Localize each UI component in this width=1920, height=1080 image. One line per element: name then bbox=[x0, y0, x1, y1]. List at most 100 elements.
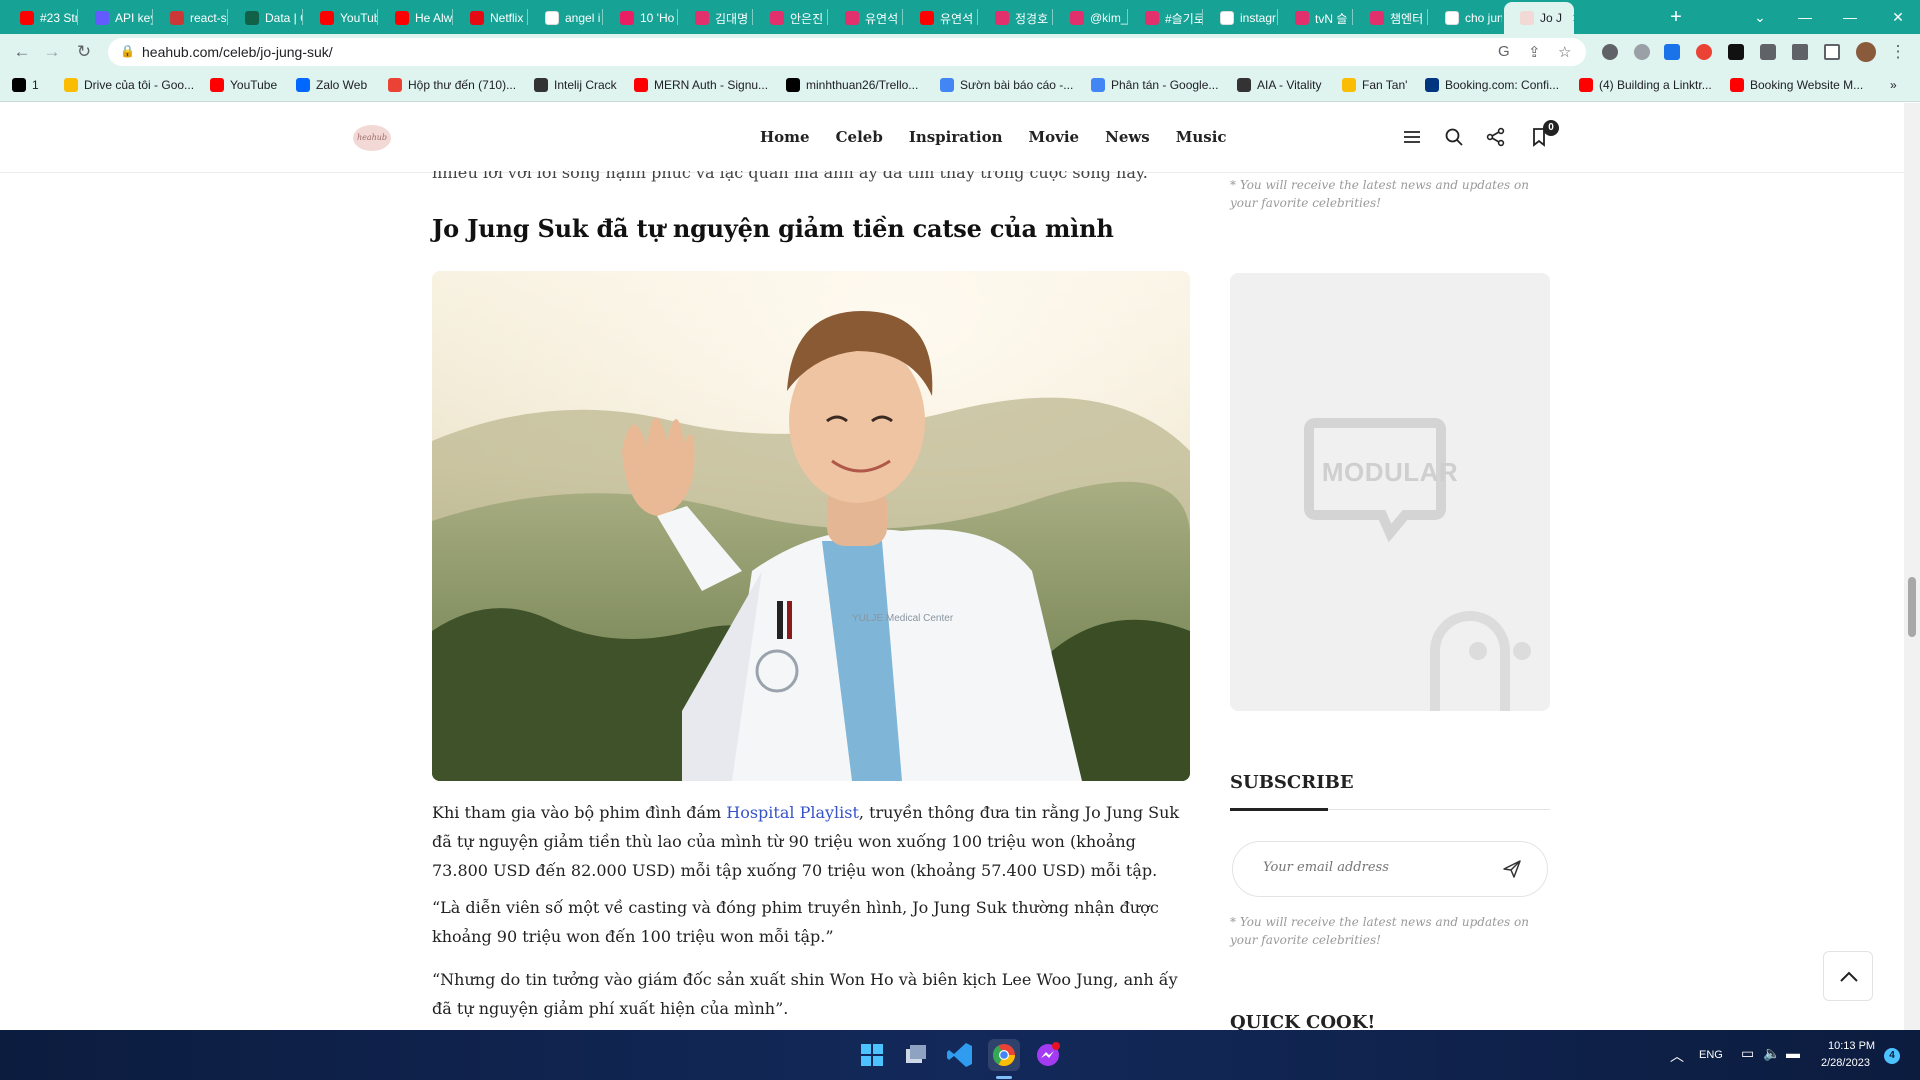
browser-tab[interactable]: instagr bbox=[1204, 2, 1277, 34]
messenger-icon[interactable] bbox=[1032, 1039, 1064, 1071]
battery-icon[interactable]: ▬ bbox=[1786, 1045, 1800, 1061]
browser-tab[interactable]: API key bbox=[79, 2, 152, 34]
back-to-top-button[interactable] bbox=[1823, 951, 1873, 1001]
browser-tab[interactable]: #슬기로 bbox=[1129, 2, 1202, 34]
browser-tab[interactable]: YouTub bbox=[304, 2, 377, 34]
scrollbar[interactable] bbox=[1904, 103, 1920, 1030]
tab-separator bbox=[677, 9, 678, 25]
nav-home[interactable]: Home bbox=[760, 128, 810, 146]
nav-inspiration[interactable]: Inspiration bbox=[909, 128, 1003, 146]
tab-title: 정경호 bbox=[1015, 11, 1049, 26]
google-icon bbox=[545, 11, 559, 25]
browser-tab[interactable]: Netflix bbox=[454, 2, 527, 34]
bookmark-item[interactable]: Booking.com: Confi... bbox=[1425, 78, 1559, 92]
browser-tab[interactable]: 유연석 bbox=[829, 2, 902, 34]
bookmark-label: (4) Building a Linktr... bbox=[1599, 78, 1712, 92]
browser-tab[interactable]: Jo J ✕ bbox=[1504, 2, 1574, 34]
hospital-playlist-link[interactable]: Hospital Playlist bbox=[726, 803, 859, 822]
bookmarks-overflow-button[interactable]: » bbox=[1890, 78, 1897, 92]
browser-tab[interactable]: 챔엔터 bbox=[1354, 2, 1427, 34]
scrollbar-thumb[interactable] bbox=[1908, 577, 1916, 637]
browser-tab[interactable]: @kim_ bbox=[1054, 2, 1127, 34]
bookmark-count-badge: 0 bbox=[1543, 120, 1559, 136]
puzzle-icon[interactable] bbox=[1760, 44, 1776, 60]
extension-icon[interactable] bbox=[1634, 44, 1650, 60]
nav-music[interactable]: Music bbox=[1176, 128, 1227, 146]
bookmark-item[interactable]: Booking Website M... bbox=[1730, 78, 1863, 92]
forward-button[interactable]: → bbox=[40, 40, 64, 64]
new-tab-button[interactable]: + bbox=[1664, 6, 1688, 30]
volume-icon[interactable]: 🔈 bbox=[1763, 1045, 1780, 1062]
nav-news[interactable]: News bbox=[1105, 128, 1150, 146]
bookmark-item[interactable]: Sườn bài báo cáo -... bbox=[940, 78, 1073, 92]
bookmark-item[interactable]: YouTube bbox=[210, 78, 277, 92]
email-field[interactable] bbox=[1263, 860, 1493, 875]
browser-tab[interactable]: tvN 슬 bbox=[1279, 2, 1352, 34]
search-icon[interactable] bbox=[1443, 127, 1465, 149]
reload-button[interactable]: ↻ bbox=[72, 40, 96, 64]
close-tab-icon[interactable]: ✕ bbox=[1572, 12, 1574, 25]
browser-tab[interactable]: cho jun bbox=[1429, 2, 1502, 34]
chrome-icon[interactable] bbox=[988, 1039, 1020, 1071]
browser-tab[interactable]: #23 Str bbox=[4, 2, 77, 34]
share-icon[interactable] bbox=[1485, 127, 1507, 149]
task-view-icon[interactable] bbox=[900, 1039, 932, 1071]
bookmark-item[interactable]: MERN Auth - Signu... bbox=[634, 78, 768, 92]
tab-search-chevron-icon[interactable]: ⌄ bbox=[1740, 4, 1780, 30]
extension-icon[interactable] bbox=[1664, 44, 1680, 60]
bookmark-label: Intelij Crack bbox=[554, 78, 617, 92]
avatar[interactable] bbox=[1856, 42, 1876, 62]
browser-tab[interactable]: react-s bbox=[154, 2, 227, 34]
kebab-menu-icon[interactable]: ⋮ bbox=[1886, 40, 1910, 64]
quick-cook-heading: QUICK COOK! bbox=[1230, 1012, 1376, 1030]
browser-tab[interactable]: 유연석 bbox=[904, 2, 977, 34]
notification-badge[interactable]: 4 bbox=[1884, 1048, 1900, 1064]
network-icon[interactable]: ▭ bbox=[1741, 1045, 1754, 1062]
vscode-icon[interactable] bbox=[944, 1039, 976, 1071]
nav-movie[interactable]: Movie bbox=[1029, 128, 1080, 146]
bookmark-item[interactable]: Zalo Web bbox=[296, 78, 367, 92]
side-panel-icon[interactable] bbox=[1824, 44, 1840, 60]
browser-tab[interactable]: 10 'Ho bbox=[604, 2, 677, 34]
star-icon[interactable]: ☆ bbox=[1558, 43, 1571, 61]
drive-icon bbox=[64, 78, 78, 92]
bookmark-item[interactable]: AIA - Vitality bbox=[1237, 78, 1321, 92]
back-button[interactable]: ← bbox=[10, 40, 34, 64]
extension-icon[interactable] bbox=[1696, 44, 1712, 60]
browser-tab[interactable]: 김대명 bbox=[679, 2, 752, 34]
hamburger-menu-icon[interactable] bbox=[1401, 127, 1423, 149]
bookmark-item[interactable]: minhthuan26/Trello... bbox=[786, 78, 918, 92]
bookmark-item[interactable]: Phân tán - Google... bbox=[1091, 78, 1218, 92]
bookmark-item[interactable]: 1 bbox=[12, 78, 39, 92]
minimize-window-button[interactable]: — bbox=[1785, 4, 1825, 30]
restore-button[interactable] bbox=[1830, 4, 1870, 30]
tab-separator bbox=[602, 9, 603, 25]
clock-time[interactable]: 10:13 PM bbox=[1828, 1040, 1875, 1052]
tray-chevron-icon[interactable]: ︿ bbox=[1670, 1046, 1684, 1066]
nav-celeb[interactable]: Celeb bbox=[836, 128, 883, 146]
extension-icon[interactable] bbox=[1602, 44, 1618, 60]
browser-tab[interactable]: 안은진 bbox=[754, 2, 827, 34]
browser-tab[interactable]: He Alw bbox=[379, 2, 452, 34]
reading-list-icon[interactable] bbox=[1792, 44, 1808, 60]
tab-title: Data | C bbox=[265, 11, 302, 25]
bookmark-label: YouTube bbox=[230, 78, 278, 92]
browser-tab[interactable]: Data | C bbox=[229, 2, 302, 34]
send-icon[interactable] bbox=[1501, 858, 1523, 880]
language-indicator[interactable]: ENG bbox=[1699, 1049, 1723, 1061]
windows-start-icon[interactable] bbox=[856, 1039, 888, 1071]
extension-icon[interactable] bbox=[1728, 44, 1744, 60]
bookmark-item[interactable]: (4) Building a Linktr... bbox=[1579, 78, 1712, 92]
share-icon[interactable]: ⇪ bbox=[1528, 43, 1541, 61]
bookmark-item[interactable]: Hộp thư đến (710)... bbox=[388, 78, 516, 92]
bookmark-item[interactable]: Fan Tan' bbox=[1342, 78, 1407, 92]
site-logo[interactable]: heahub bbox=[353, 125, 391, 151]
clock-date[interactable]: 2/28/2023 bbox=[1821, 1057, 1870, 1069]
close-window-button[interactable]: ✕ bbox=[1880, 4, 1916, 30]
browser-tab[interactable]: 정경호 bbox=[979, 2, 1052, 34]
google-lens-icon[interactable]: G bbox=[1498, 43, 1510, 60]
browser-tab[interactable]: angel i bbox=[529, 2, 602, 34]
bookmark-item[interactable]: Intelij Crack bbox=[534, 78, 617, 92]
bookmark-item[interactable]: Drive của tôi - Goo... bbox=[64, 78, 194, 92]
address-bar[interactable]: 🔒 heahub.com/celeb/jo-jung-suk/ G ⇪ ☆ bbox=[108, 38, 1586, 66]
